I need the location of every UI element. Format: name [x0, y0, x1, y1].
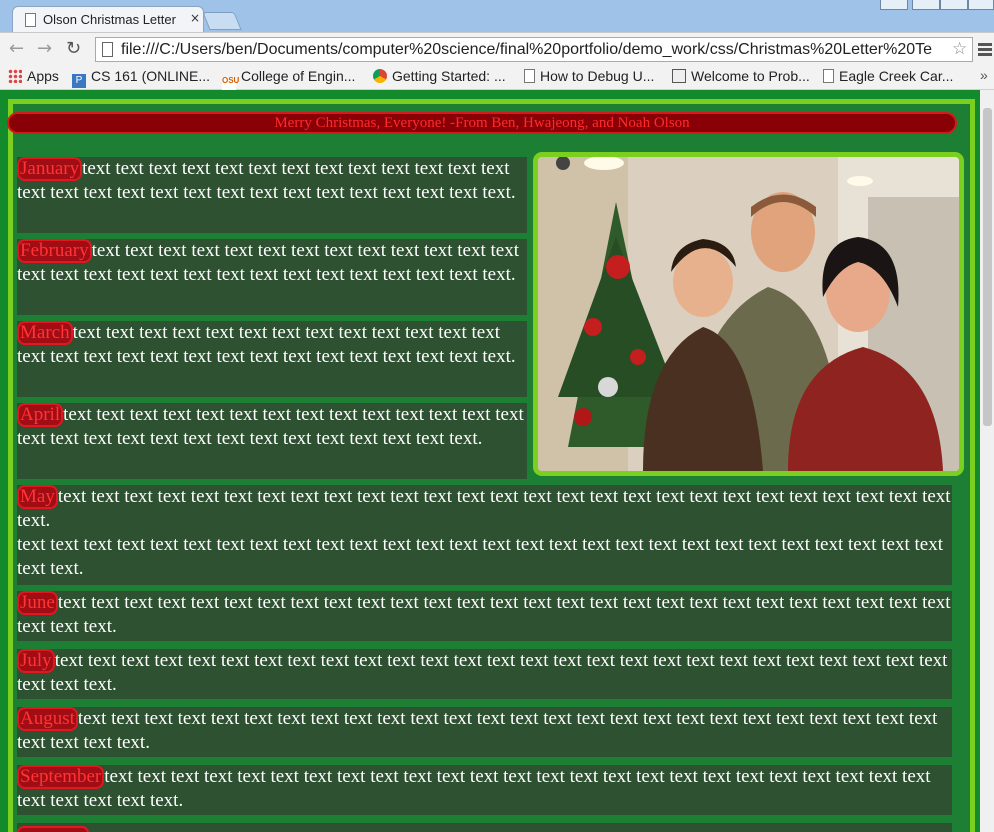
close-window-button[interactable]	[968, 0, 994, 10]
forward-icon[interactable]: →	[37, 38, 52, 59]
month-text: text text text text text text text text …	[17, 486, 951, 531]
apps-icon	[8, 69, 22, 83]
bookmark-apps[interactable]: Apps	[8, 68, 59, 84]
maximize-button[interactable]	[940, 0, 968, 10]
back-icon[interactable]: ←	[9, 38, 24, 59]
page-viewport: Merry Christmas, Everyone! -From Ben, Hw…	[0, 90, 994, 832]
menu-icon[interactable]	[978, 43, 992, 58]
bookmarks-overflow-icon[interactable]: »	[980, 67, 988, 83]
bookmark-welcome-prob[interactable]: Welcome to Prob...	[672, 68, 810, 84]
address-bar[interactable]: file:///C:/Users/ben/Documents/computer%…	[95, 37, 973, 62]
browser-tab[interactable]: Olson Christmas Letter ×	[12, 6, 204, 32]
month-text: text text text text text text text text …	[17, 322, 516, 367]
bookmark-college-engineering[interactable]: OSU College of Engin...	[222, 68, 355, 91]
page-icon	[25, 13, 36, 27]
vertical-scrollbar[interactable]	[980, 90, 994, 832]
minimize-button[interactable]	[912, 0, 940, 10]
prob-icon	[672, 69, 686, 83]
tab-title: Olson Christmas Letter	[43, 12, 176, 27]
month-label: September	[17, 765, 105, 789]
new-tab-button[interactable]	[202, 12, 242, 30]
month-label	[17, 826, 89, 832]
page-icon	[524, 69, 535, 83]
page-icon	[102, 42, 113, 57]
month-text: text text text text text text text text …	[17, 592, 951, 637]
bookmark-eagle-creek[interactable]: Eagle Creek Car...	[823, 68, 953, 84]
month-label: January	[17, 157, 83, 181]
scrollbar-thumb[interactable]	[983, 108, 992, 426]
month-text: text text text text text text text text …	[17, 158, 516, 203]
month-label: March	[17, 321, 73, 345]
osu-icon: OSU	[222, 77, 239, 91]
url-text[interactable]: file:///C:/Users/ben/Documents/computer%…	[121, 41, 946, 59]
month-august: August text text text text text text text…	[17, 707, 952, 757]
cs-icon: P	[72, 74, 86, 88]
bookmark-getting-started[interactable]: Getting Started: ...	[373, 68, 506, 84]
family-photo	[533, 152, 964, 476]
month-april: April text text text text text text text …	[17, 403, 527, 479]
close-tab-icon[interactable]: ×	[190, 11, 200, 25]
month-label: June	[17, 591, 58, 615]
month-label: July	[17, 649, 55, 673]
month-label: May	[17, 485, 58, 509]
month-march: March text text text text text text text …	[17, 321, 527, 397]
bookmark-how-to-debug[interactable]: How to Debug U...	[524, 68, 654, 84]
month-label: February	[17, 239, 92, 263]
month-july: July text text text text text text text t…	[17, 649, 952, 699]
month-text: text text text text text text text text …	[17, 404, 524, 449]
month-label: April	[17, 403, 64, 427]
month-september: September text text text text text text t…	[17, 765, 952, 815]
bookmark-cs161[interactable]: P CS 161 (ONLINE...	[72, 68, 210, 88]
month-may: May text text text text text text text te…	[17, 485, 952, 585]
user-profile-button[interactable]	[880, 0, 908, 10]
month-june: June text text text text text text text t…	[17, 591, 952, 641]
month-text: text text text text text text text text …	[17, 534, 943, 579]
bookmarks-bar: Apps P CS 161 (ONLINE... OSU College of En…	[0, 64, 994, 91]
letter-banner: Merry Christmas, Everyone! -From Ben, Hw…	[7, 112, 957, 134]
month-text: text text text text text text text text …	[17, 650, 948, 695]
month-text: text text text text text text text text …	[17, 240, 519, 285]
title-bar: Olson Christmas Letter ×	[0, 0, 994, 32]
chrome-icon	[373, 69, 387, 83]
browser-toolbar: ← → ↻ file:///C:/Users/ben/Documents/com…	[0, 32, 994, 64]
month-label: August	[17, 707, 78, 731]
month-january: January text text text text text text tex…	[17, 157, 527, 233]
page-icon	[823, 69, 834, 83]
month-text: text text text text text text text text …	[17, 708, 938, 753]
month-february: February text text text text text text te…	[17, 239, 527, 315]
month-text: text text text text text text text text …	[17, 766, 931, 811]
reload-icon[interactable]: ↻	[66, 38, 81, 59]
month-october	[17, 823, 952, 832]
bookmark-star-icon[interactable]: ☆	[952, 39, 967, 59]
family-photo-illustration	[538, 157, 959, 471]
